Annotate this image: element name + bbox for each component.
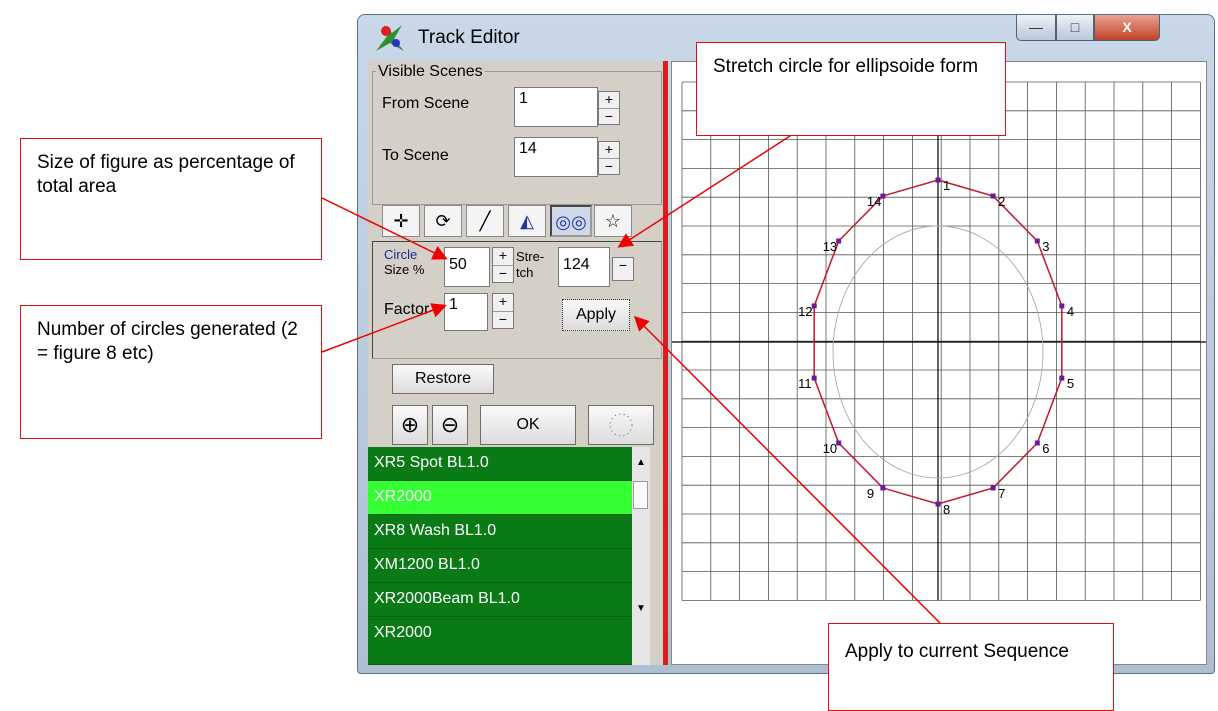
arrow-size <box>321 197 448 260</box>
arrow-stretch <box>617 135 791 248</box>
arrow-circles <box>321 303 447 353</box>
callout-arrows <box>321 135 941 624</box>
arrow-apply <box>633 315 941 624</box>
